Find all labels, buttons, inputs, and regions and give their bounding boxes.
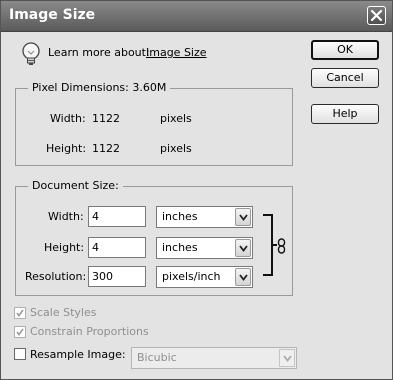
pixel-width-value: 1122	[92, 112, 120, 125]
resolution-unit-select[interactable]: pixels/inch	[156, 266, 253, 288]
document-size-legend: Document Size:	[28, 179, 123, 192]
chevron-down-icon	[239, 214, 248, 221]
chevron-down-icon	[239, 274, 248, 281]
ok-button[interactable]: OK	[311, 40, 379, 60]
doc-height-label: Height:	[44, 241, 85, 254]
resolution-unit-value: pixels/inch	[162, 270, 221, 283]
chain-link-icon	[277, 238, 286, 254]
resolution-input[interactable]: 300	[88, 266, 146, 287]
close-button[interactable]	[367, 6, 386, 25]
doc-height-input[interactable]: 4	[88, 237, 146, 258]
doc-width-unit-select[interactable]: inches	[156, 206, 253, 228]
lightbulb-icon	[22, 42, 40, 65]
constrain-proportions-label: Constrain Proportions	[30, 325, 149, 338]
scale-styles-label: Scale Styles	[30, 306, 97, 319]
learn-more-label: Learn more about:	[48, 46, 150, 59]
close-icon	[370, 9, 383, 22]
image-size-dialog: Image Size Learn more about: Image Size …	[0, 0, 393, 380]
help-button[interactable]: Help	[311, 104, 379, 124]
doc-width-input[interactable]: 4	[88, 206, 146, 227]
doc-height-unit-select[interactable]: inches	[156, 237, 253, 259]
resample-image-checkbox[interactable]	[14, 348, 26, 360]
checkmark-icon	[16, 309, 24, 317]
cancel-button[interactable]: Cancel	[311, 68, 379, 88]
pixel-height-label: Height:	[46, 142, 87, 155]
window-title: Image Size	[9, 7, 96, 23]
constrain-proportions-checkbox[interactable]	[14, 326, 26, 338]
pixel-height-value: 1122	[92, 142, 120, 155]
pixel-height-unit: pixels	[160, 142, 192, 155]
doc-height-unit-value: inches	[162, 241, 198, 254]
scale-styles-checkbox[interactable]	[14, 307, 26, 319]
resolution-label: Resolution:	[25, 270, 87, 283]
chevron-down-icon	[239, 245, 248, 252]
pixel-dimensions-legend: Pixel Dimensions: 3.60M	[28, 81, 171, 94]
pixel-width-unit: pixels	[160, 112, 192, 125]
doc-width-label: Width:	[48, 210, 84, 223]
learn-more-link[interactable]: Image Size	[146, 46, 207, 59]
checkmark-icon	[16, 328, 24, 336]
pixel-dimensions-title: Pixel Dimensions:	[32, 81, 129, 94]
doc-width-unit-value: inches	[162, 210, 198, 223]
title-bar[interactable]: Image Size	[1, 1, 392, 32]
pixel-dimensions-size: 3.60M	[132, 81, 167, 94]
chevron-down-icon	[283, 355, 292, 362]
resample-image-label: Resample Image:	[30, 348, 126, 361]
resample-method-select[interactable]: Bicubic	[131, 347, 297, 369]
resample-method-value: Bicubic	[137, 351, 177, 364]
pixel-width-label: Width:	[50, 112, 86, 125]
